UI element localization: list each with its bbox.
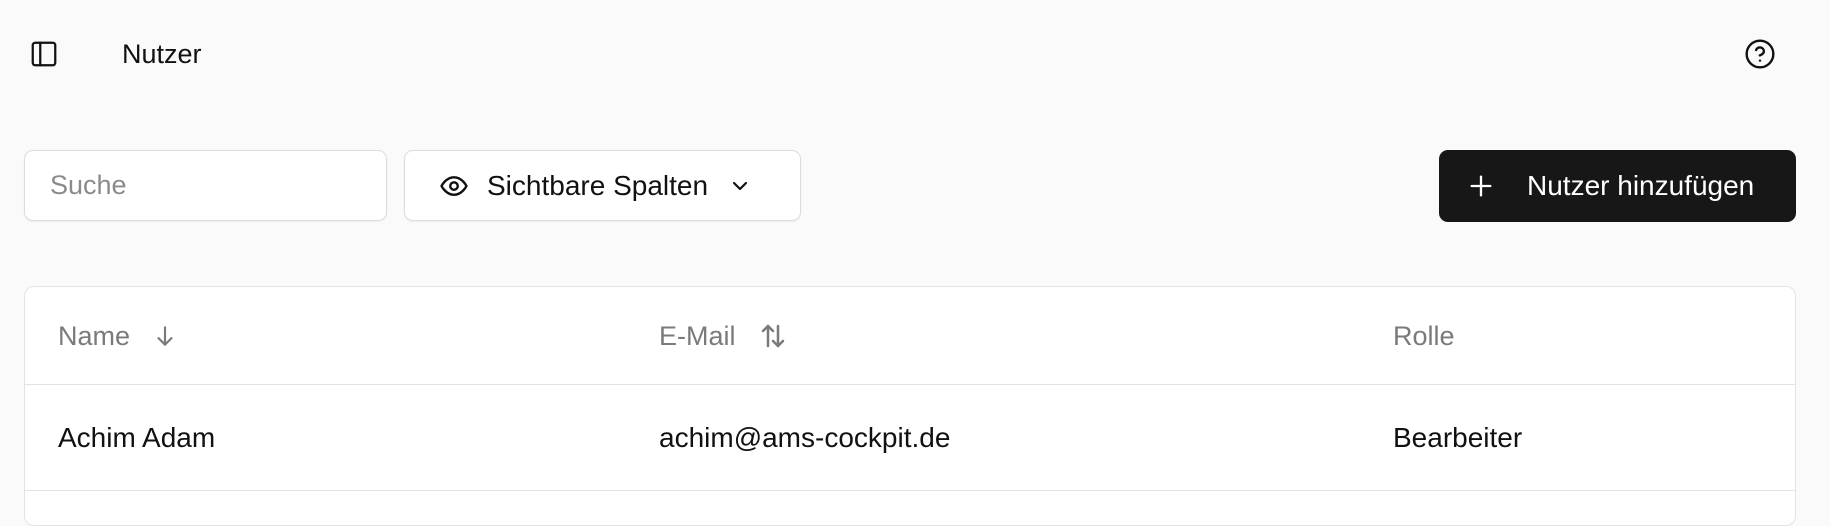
eye-icon: [440, 175, 468, 196]
column-header-email-label: E-Mail: [659, 320, 736, 351]
table-row[interactable]: Achim Adam achim@ams-cockpit.de Bearbeit…: [25, 385, 1795, 491]
add-user-label: Nutzer hinzufügen: [1527, 170, 1755, 201]
arrow-down-icon[interactable]: [152, 323, 178, 349]
add-user-button[interactable]: Nutzer hinzufügen: [1439, 150, 1796, 222]
cell-email: achim@ams-cockpit.de: [659, 422, 951, 453]
column-header-role-label: Rolle: [1393, 320, 1455, 351]
chevron-down-icon: [728, 174, 752, 198]
search-input[interactable]: [24, 150, 387, 221]
visible-columns-button[interactable]: Sichtbare Spalten: [404, 150, 801, 221]
column-header-name-label: Name: [58, 320, 131, 351]
cell-name: Achim Adam: [58, 422, 216, 453]
top-bar: Nutzer: [0, 0, 1830, 110]
sidebar-panel-icon: [31, 41, 57, 67]
visible-columns-label: Sichtbare Spalten: [487, 169, 709, 201]
help-circle-icon: [1745, 39, 1775, 69]
table-header-row: Name E-Mail Rolle: [25, 287, 1795, 385]
sidebar-toggle-button[interactable]: [22, 32, 66, 76]
help-button[interactable]: [1738, 32, 1782, 76]
column-header-name[interactable]: Name: [58, 287, 178, 385]
plus-icon: [1470, 175, 1492, 197]
arrow-up-down-icon[interactable]: [758, 321, 788, 351]
column-header-role: Rolle: [1393, 287, 1455, 385]
users-table: Name E-Mail Rolle Achim Adam achim@ams-c…: [24, 286, 1796, 526]
page-title: Nutzer: [122, 39, 202, 69]
cell-role: Bearbeiter: [1393, 422, 1523, 453]
column-header-email[interactable]: E-Mail: [659, 287, 788, 385]
